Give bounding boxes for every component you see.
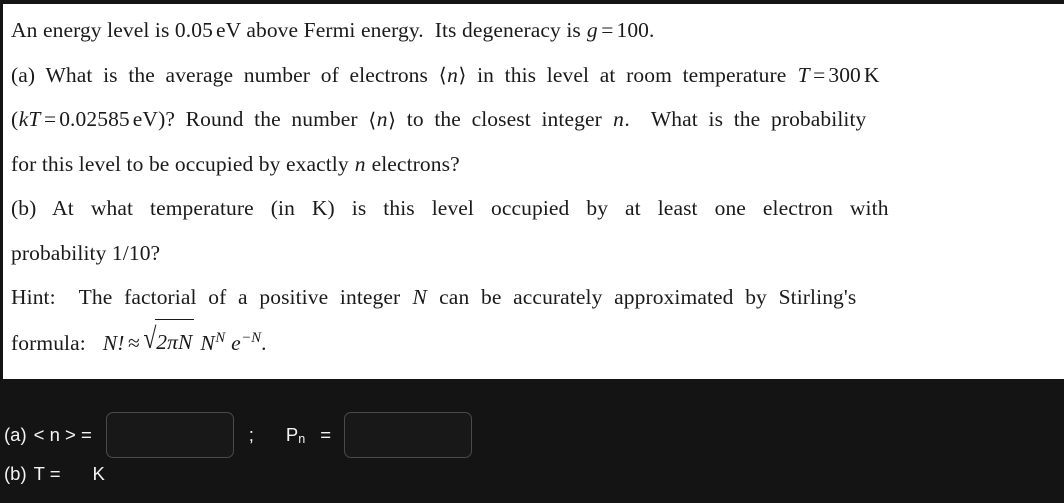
screenshot-root: An energy level is 0.05 eV above Fermi en… (0, 0, 1064, 503)
formula-e-base: e (231, 330, 241, 355)
answer-probability-equals: = (320, 424, 332, 445)
value-kT: 0.02585 (59, 107, 130, 131)
approx-sign: ≈ (127, 330, 140, 355)
answer-row-b: (b) T = K (4, 463, 105, 485)
problem-line-1: An energy level is 0.05 eV above Fermi en… (11, 8, 1046, 53)
text-its-degeneracy: Its degeneracy is (434, 18, 581, 42)
symbol-kT: kT (18, 107, 41, 131)
unit-kelvin-doc: K (863, 62, 880, 87)
problem-line-5: (b) At what temperature (in K) is this l… (11, 186, 1046, 231)
formula-N-base: N (200, 330, 215, 355)
formula-n-factorial: N! (102, 330, 125, 355)
text-an-energy-level: An energy level is (11, 18, 170, 42)
equals-sign-1: = (601, 18, 614, 42)
unit-ev: eV (215, 18, 241, 42)
symbol-g: g (586, 18, 598, 42)
answer-input-probability-pn[interactable] (344, 412, 473, 458)
angle-bracket-open-1: ⟨ (438, 63, 447, 87)
problem-line-3: (kT = 0.02585 eV)? Round the number ⟨n⟩ to … (11, 97, 1046, 142)
formula-e-exponent: −N (241, 329, 262, 346)
problem-line-2: (a) What is the average number of electr… (11, 53, 1046, 98)
symbol-T: T (797, 62, 810, 87)
problem-line-8-formula: formula: N! ≈ √2πN NN e−N. (11, 318, 1046, 366)
answer-separator-semicolon: ; (248, 424, 254, 445)
text-to-closest-integer: to the closest integer (406, 107, 602, 131)
answer-entry-panel: (a) < n > = ; Pn = (b) T = K (0, 379, 1064, 503)
answer-row-a: (a) < n > = ; Pn = (4, 412, 473, 458)
answer-part-a-label: (a) (4, 424, 27, 445)
angle-bracket-open-2: ⟨ (368, 107, 377, 132)
text-hint-part2: can be accurately approximated by Stirli… (439, 285, 857, 309)
symbol-n-1: n (447, 62, 458, 87)
symbol-n-2: n (376, 107, 388, 131)
text-part-b-body: At what temperature (in K) is this level… (52, 196, 889, 220)
formula-period: . (261, 330, 267, 355)
equals-sign-3: = (43, 107, 57, 131)
square-root-group: √2πN (143, 318, 195, 366)
radicand-2piN: 2πN (155, 318, 195, 365)
symbol-N-1: N (412, 285, 427, 309)
text-for-this-level: for this level to be occupied by exactly (11, 151, 349, 176)
text-what-is-average: What is the average number of electrons (45, 62, 429, 87)
angle-bracket-close-2: ⟩ (388, 107, 397, 132)
answer-probability-symbol: P (285, 424, 299, 445)
equals-sign-2: = (813, 62, 826, 87)
value-degeneracy: 100. (616, 18, 655, 42)
value-energy-offset: 0.05 (174, 18, 213, 42)
text-probability-fraction: probability 1/10? (11, 240, 161, 265)
problem-line-7: Hint: The factorial of a positive intege… (11, 275, 1046, 320)
unit-ev-2: eV (132, 107, 159, 131)
part-a-label-doc: (a) (11, 62, 36, 87)
text-round-the-number: Round the number (185, 107, 358, 131)
formula-label: formula: (11, 330, 86, 355)
answer-part-b-label: (b) (4, 463, 27, 484)
text-hint-part1: The factorial of a positive integer (78, 285, 401, 309)
problem-line-4: for this level to be occupied by exactly… (11, 142, 1046, 187)
value-temperature: 300 (828, 62, 861, 87)
answer-temperature-unit: K (92, 463, 105, 484)
answer-input-expectation-n[interactable] (105, 412, 234, 458)
period-after-n: . (624, 107, 630, 131)
text-electrons-question: electrons? (371, 151, 460, 176)
text-above-fermi: above Fermi energy. (246, 18, 424, 42)
problem-line-6: probability 1/10? (11, 231, 1046, 276)
hint-label: Hint: (11, 285, 56, 309)
formula-N-exponent: N (215, 329, 226, 346)
symbol-n-3: n (613, 107, 624, 131)
symbol-n-4: n (354, 151, 366, 176)
part-b-label-doc: (b) (11, 196, 37, 220)
text-what-is-probability: What is the probability (650, 107, 867, 131)
text-in-this-level: in this level at room temperature (477, 62, 787, 87)
paren-close-question: )? (158, 107, 175, 131)
angle-bracket-close-1: ⟩ (458, 63, 467, 87)
problem-statement-panel: An energy level is 0.05 eV above Fermi en… (0, 4, 1064, 379)
answer-expectation-n-label: < n > = (33, 424, 92, 445)
answer-temperature-label: T = (33, 463, 61, 484)
